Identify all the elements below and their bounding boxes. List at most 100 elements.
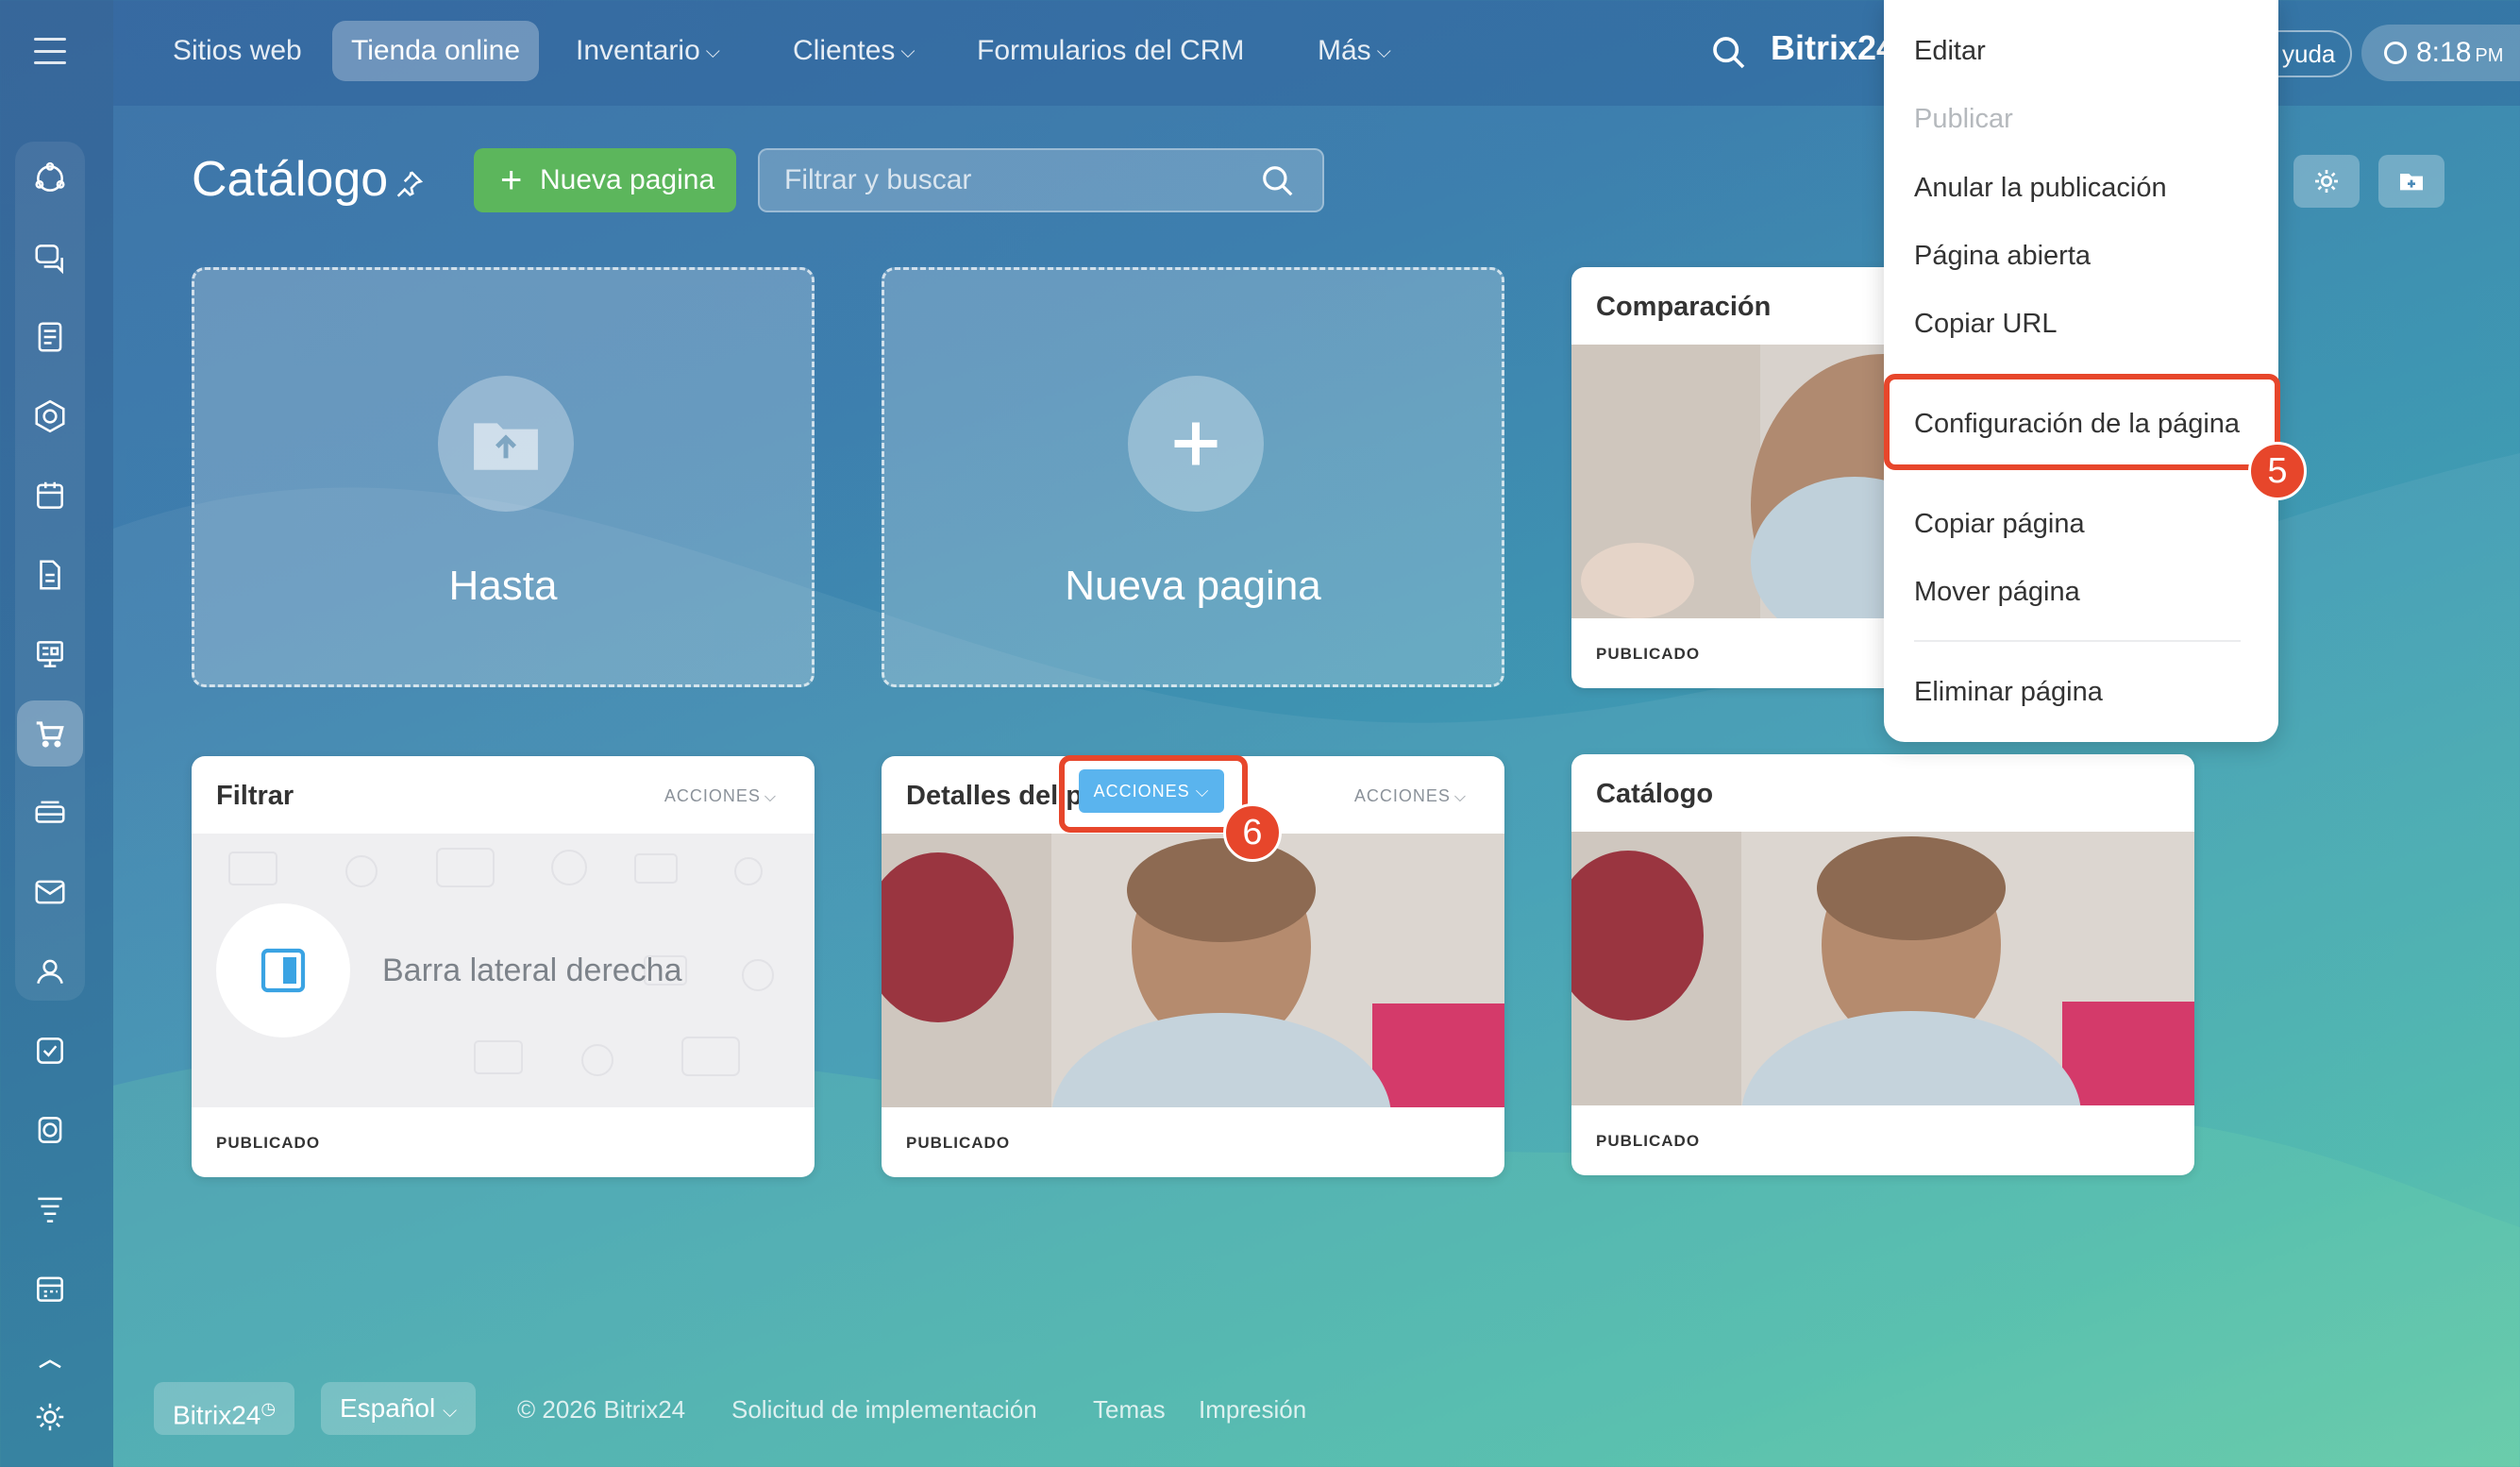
- feed-icon[interactable]: [17, 304, 83, 370]
- page-card-comparacion[interactable]: Comparación PUBLICADO: [1571, 267, 1911, 688]
- card-title: Comparación: [1596, 292, 1772, 322]
- crm-icon[interactable]: [17, 145, 83, 211]
- plus-icon: [1174, 422, 1218, 465]
- nav-tienda-online[interactable]: Tienda online: [332, 21, 540, 81]
- language-select[interactable]: Español ⌵: [321, 1382, 477, 1435]
- document-icon[interactable]: [17, 542, 83, 608]
- step-badge-6: 6: [1223, 803, 1282, 862]
- search-icon[interactable]: [1260, 163, 1296, 199]
- menu-item-copy-url[interactable]: Copiar URL: [1914, 309, 2058, 340]
- page-card-filtrar[interactable]: Filtrar ACCIONES ⌵ Barra lateral derecha …: [192, 756, 815, 1177]
- drive-icon[interactable]: [17, 1097, 83, 1163]
- page-card-catalogo[interactable]: Catálogo PUBLICADO: [1571, 754, 2194, 1175]
- menu-item-publish: Publicar: [1914, 104, 2013, 134]
- nav-label: Inventario: [576, 35, 700, 66]
- card-status: PUBLICADO: [216, 1134, 321, 1152]
- card-thumbnail: [1571, 832, 2194, 1105]
- card-status: PUBLICADO: [1596, 645, 1701, 663]
- hexagon-icon[interactable]: [17, 383, 83, 449]
- step-badge-5: 5: [2248, 442, 2307, 500]
- highlight-page-settings: [1884, 374, 2280, 470]
- menu-item-delete-page[interactable]: Eliminar página: [1914, 677, 2103, 708]
- card-title: Catálogo: [1596, 779, 1714, 809]
- card-status: PUBLICADO: [906, 1134, 1011, 1152]
- footer-link-themes[interactable]: Temas: [1093, 1395, 1166, 1425]
- clock-suffix: PM: [2475, 45, 2504, 66]
- menu-item-unpublish[interactable]: Anular la publicación: [1914, 173, 2167, 204]
- card-thumbnail: [882, 834, 1504, 1107]
- nav-label: Sitios web: [173, 35, 302, 66]
- settings-gear-icon[interactable]: [17, 1384, 83, 1450]
- menu-item-copy-page[interactable]: Copiar página: [1914, 509, 2085, 540]
- language-label: Español: [340, 1393, 436, 1423]
- brand-logo[interactable]: Bitrix24: [1771, 28, 1895, 68]
- clock-icon: ◷: [260, 1399, 277, 1418]
- chevron-down-icon: ⌵: [1453, 789, 1467, 805]
- card-title: Filtrar: [216, 781, 294, 811]
- inventory-icon[interactable]: [17, 780, 83, 846]
- chevron-down-icon: ⌵: [1376, 42, 1391, 62]
- clock-icon: [2384, 42, 2407, 64]
- clock-widget[interactable]: 8:18 PM: [2361, 25, 2520, 81]
- folder-plus-icon: [2400, 174, 2423, 191]
- contacts-icon[interactable]: [17, 938, 83, 1004]
- folder-up-icon: [474, 423, 538, 470]
- new-page-card-label: Nueva pagina: [1065, 563, 1321, 609]
- nav-sitios-web[interactable]: Sitios web: [154, 21, 321, 81]
- menu-item-open-page[interactable]: Página abierta: [1914, 241, 2091, 272]
- sidebar-preview-label: Barra lateral derecha: [382, 953, 682, 988]
- product-photo: [882, 834, 1504, 1107]
- filter-search-box[interactable]: [758, 148, 1324, 212]
- nav-label: Más: [1318, 35, 1371, 66]
- footer-link-implementation[interactable]: Solicitud de implementación: [731, 1395, 1037, 1425]
- menu-icon[interactable]: [34, 38, 66, 64]
- chat-icon[interactable]: [17, 225, 83, 291]
- new-page-circle: [1128, 376, 1264, 512]
- card-actions-button[interactable]: ACCIONES ⌵: [1354, 786, 1467, 806]
- folder-up-circle: [438, 376, 574, 512]
- schedule-icon[interactable]: [17, 1256, 83, 1322]
- chevron-down-icon: ⌵: [442, 1401, 458, 1422]
- new-page-button[interactable]: + Nueva pagina: [474, 148, 736, 212]
- gear-icon: [2315, 170, 2338, 193]
- footer-link-print[interactable]: Impresión: [1199, 1395, 1306, 1425]
- chevron-down-icon: ⌵: [900, 42, 916, 62]
- highlight-actions-button: [1059, 755, 1248, 833]
- left-rail: [0, 0, 113, 1467]
- new-page-label: Nueva pagina: [540, 164, 715, 195]
- chevron-down-icon: ⌵: [705, 42, 720, 62]
- plus-icon: +: [500, 160, 523, 201]
- nav-clientes[interactable]: Clientes ⌵: [774, 21, 934, 81]
- nav-formularios-crm[interactable]: Formularios del CRM: [958, 21, 1263, 81]
- footer-brand-label: Bitrix24: [173, 1400, 261, 1430]
- page-title: Catálogo: [192, 152, 389, 207]
- nav-label: Clientes: [793, 35, 896, 66]
- nav-mas[interactable]: Más ⌵: [1299, 21, 1410, 81]
- filter-search-input[interactable]: [784, 150, 1237, 211]
- nav-label: Tienda online: [351, 35, 521, 66]
- nav-inventario[interactable]: Inventario ⌵: [557, 21, 739, 81]
- menu-item-edit[interactable]: Editar: [1914, 36, 1986, 67]
- card-thumbnail: Barra lateral derecha: [192, 834, 815, 1107]
- clock-time: 8:18: [2416, 37, 2472, 68]
- footer-brand-button[interactable]: Bitrix24◷: [154, 1382, 295, 1435]
- presentation-icon[interactable]: [17, 621, 83, 687]
- folder-up-card[interactable]: Hasta: [192, 267, 815, 687]
- new-folder-button[interactable]: [2378, 155, 2444, 208]
- tasks-icon[interactable]: [17, 1018, 83, 1084]
- filter-funnel-icon[interactable]: [17, 1176, 83, 1242]
- folder-up-label: Hasta: [448, 563, 558, 609]
- card-thumbnail: [1571, 345, 1911, 618]
- search-icon[interactable]: [1710, 34, 1748, 72]
- shop-cart-icon[interactable]: [17, 700, 83, 767]
- mail-icon[interactable]: [17, 859, 83, 925]
- pin-icon[interactable]: [393, 168, 425, 200]
- product-photo: [1571, 345, 1911, 618]
- calendar-icon[interactable]: [17, 463, 83, 529]
- settings-button[interactable]: [2293, 155, 2360, 208]
- card-actions-button[interactable]: ACCIONES ⌵: [664, 786, 777, 806]
- right-sidebar-icon: [260, 948, 306, 993]
- new-page-card[interactable]: Nueva pagina: [882, 267, 1504, 687]
- menu-item-move-page[interactable]: Mover página: [1914, 577, 2080, 608]
- nav-label: Formularios del CRM: [977, 35, 1245, 66]
